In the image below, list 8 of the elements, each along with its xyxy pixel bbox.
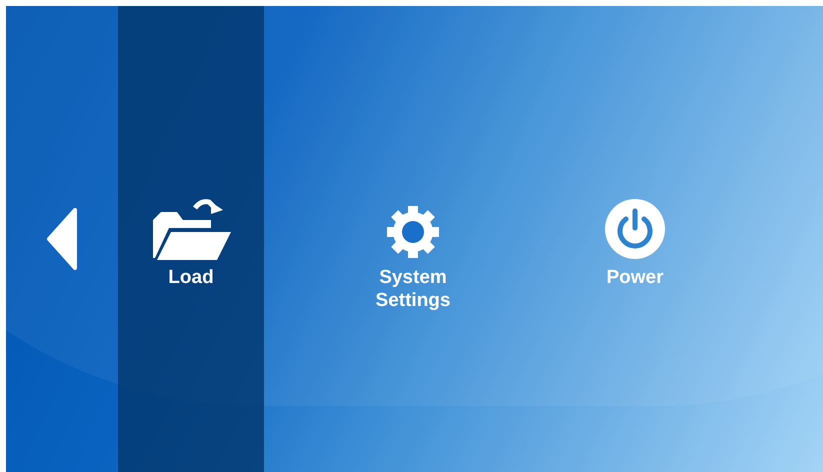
power-icon [604,198,666,260]
menu-item[interactable]: Power [562,6,708,472]
menu-item[interactable]: Load [118,6,264,472]
menu-item[interactable]: System Settings [340,6,486,472]
gear-icon [385,204,441,260]
menu-label: System Settings [374,266,452,312]
menu-label: Power [605,266,665,289]
menu-label: Load [167,266,215,289]
